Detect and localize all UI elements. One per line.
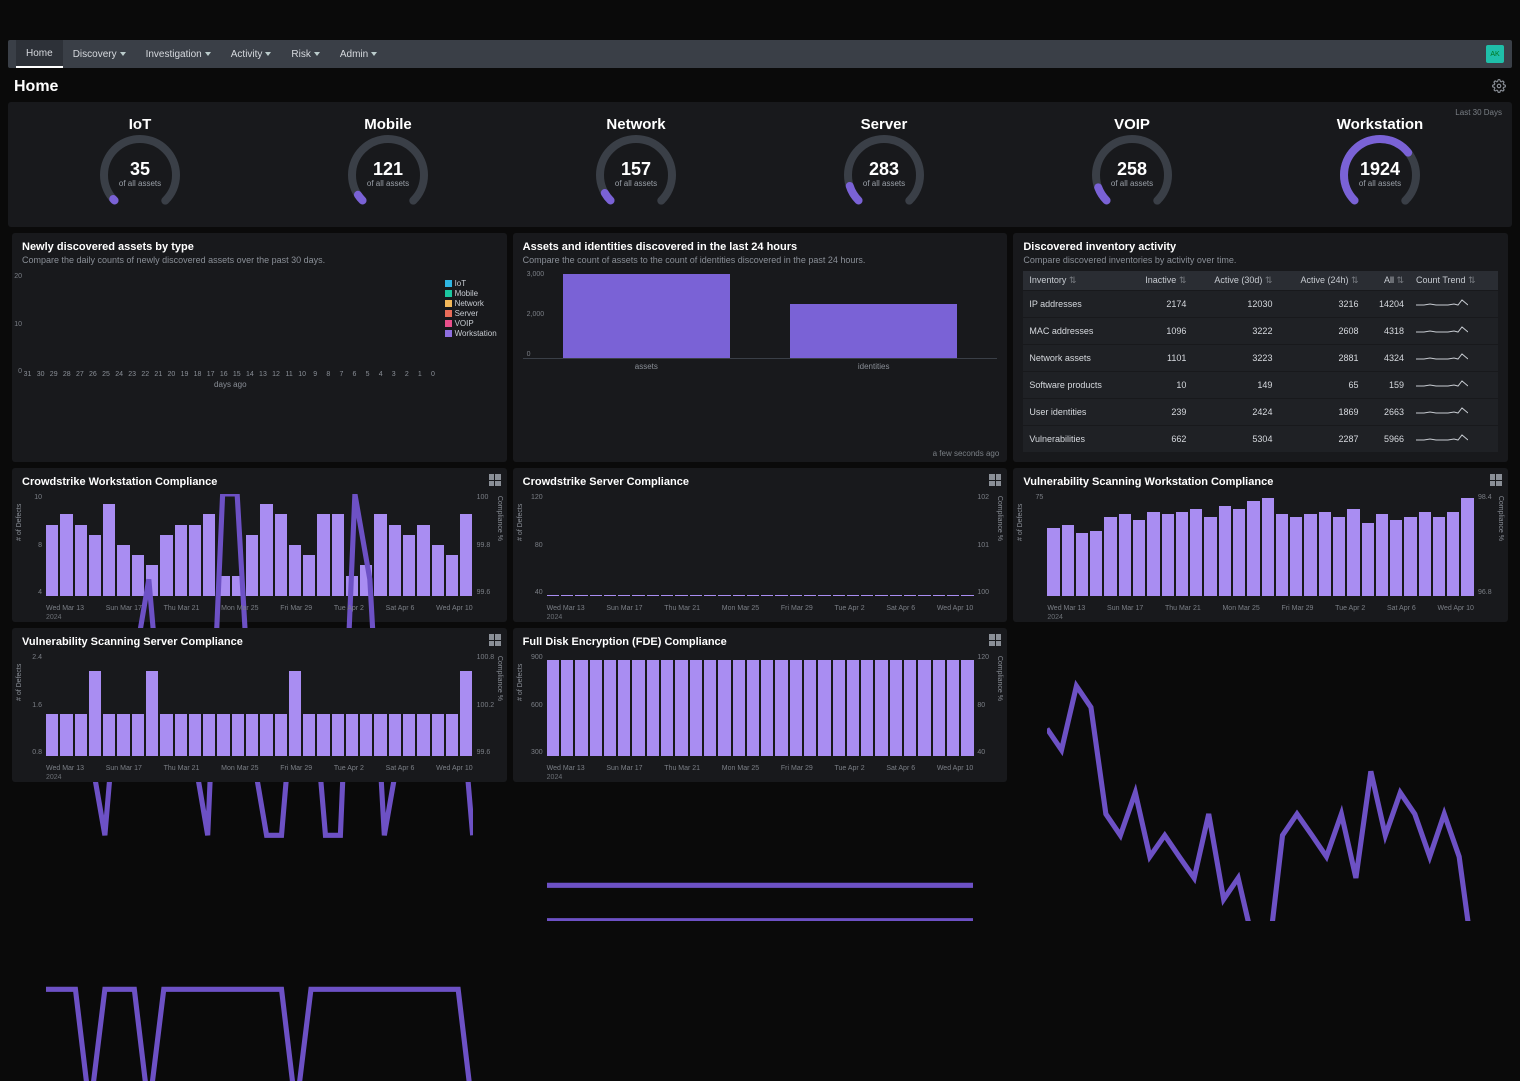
chevron-down-icon [120, 52, 126, 56]
table-header[interactable]: Active (24h) ⇅ [1278, 271, 1364, 291]
table-header[interactable]: Inventory ⇅ [1023, 271, 1127, 291]
vuln-workstation-panel: Vulnerability Scanning Workstation Compl… [1013, 468, 1508, 622]
table-header[interactable]: Inactive ⇅ [1127, 271, 1192, 291]
gauge-iot[interactable]: IoT 35 of all assets [18, 110, 262, 217]
panel-title: Vulnerability Scanning Workstation Compl… [1023, 476, 1498, 488]
gauge-sub: of all assets [342, 179, 434, 188]
table-header[interactable]: Count Trend ⇅ [1410, 271, 1498, 291]
nav-activity[interactable]: Activity [221, 40, 282, 68]
bar [563, 274, 730, 358]
gauge-network[interactable]: Network 157 of all assets [514, 110, 758, 217]
gauge-sub: of all assets [1334, 179, 1426, 188]
two-bar-chart: 3,0002,0000 [523, 271, 998, 359]
chevron-down-icon [371, 52, 377, 56]
table-row[interactable]: MAC addresses1096322226084318 [1023, 318, 1498, 345]
gauge-sub: of all assets [590, 179, 682, 188]
panel-subtitle: Compare discovered inventories by activi… [1023, 255, 1498, 265]
gauge-value: 121 [342, 159, 434, 180]
gauge-mobile[interactable]: Mobile 121 of all assets [266, 110, 510, 217]
combo-chart: 900600300 # of Defects 1208040 Complianc… [523, 654, 998, 772]
gauge-sub: of all assets [838, 179, 930, 188]
timerange-label: Last 30 Days [1455, 108, 1502, 117]
nav-discovery[interactable]: Discovery [63, 40, 136, 68]
chevron-down-icon [314, 52, 320, 56]
page-title: Home [14, 78, 58, 96]
crowdstrike-server-panel: Crowdstrike Server Compliance 1208040 # … [513, 468, 1008, 622]
table-row[interactable]: Vulnerabilities662530422875966 [1023, 426, 1498, 453]
panel-title: Discovered inventory activity [1023, 241, 1498, 253]
newly-discovered-panel: Newly discovered assets by type Compare … [12, 233, 507, 462]
x-axis-label: days ago [22, 380, 439, 389]
gauge-workstation[interactable]: Workstation 1924 of all assets [1258, 110, 1502, 217]
panel-title: Vulnerability Scanning Server Compliance [22, 636, 497, 648]
panel-menu-icon[interactable] [989, 474, 1001, 486]
vuln-server-panel: Vulnerability Scanning Server Compliance… [12, 628, 507, 782]
panel-menu-icon[interactable] [1490, 474, 1502, 486]
assets-identities-panel: Assets and identities discovered in the … [513, 233, 1008, 462]
gauge-value: 1924 [1334, 159, 1426, 180]
panel-subtitle: Compare the daily counts of newly discov… [22, 255, 497, 265]
gear-icon[interactable] [1492, 79, 1506, 96]
panel-title: Crowdstrike Workstation Compliance [22, 476, 497, 488]
table-header[interactable]: All ⇅ [1365, 271, 1410, 291]
inventory-table: Inventory ⇅Inactive ⇅Active (30d) ⇅Activ… [1023, 271, 1498, 452]
gauge-sub: of all assets [94, 179, 186, 188]
panel-footer-time: a few seconds ago [933, 449, 1000, 458]
panel-menu-icon[interactable] [989, 634, 1001, 646]
gauge-value: 283 [838, 159, 930, 180]
top-nav: HomeDiscoveryInvestigationActivityRiskAd… [8, 40, 1512, 68]
chevron-down-icon [265, 52, 271, 56]
table-row[interactable]: IP addresses217412030321614204 [1023, 291, 1498, 318]
panel-title: Full Disk Encryption (FDE) Compliance [523, 636, 998, 648]
combo-chart: 1084 # of Defects 10099.899.6 Compliance… [22, 494, 497, 612]
combo-chart: 1208040 # of Defects 102101100 Complianc… [523, 494, 998, 612]
stacked-bar-chart [22, 273, 439, 369]
panel-menu-icon[interactable] [489, 634, 501, 646]
table-header[interactable]: Active (30d) ⇅ [1192, 271, 1278, 291]
panel-title: Crowdstrike Server Compliance [523, 476, 998, 488]
legend: IoTMobileNetworkServerVOIPWorkstation [445, 273, 497, 389]
bar [790, 304, 957, 358]
gauge-value: 35 [94, 159, 186, 180]
nav-admin[interactable]: Admin [330, 40, 387, 68]
page-header: Home [8, 68, 1512, 102]
panel-title: Assets and identities discovered in the … [523, 241, 998, 253]
panel-title: Newly discovered assets by type [22, 241, 497, 253]
fde-panel: Full Disk Encryption (FDE) Compliance 90… [513, 628, 1008, 782]
gauge-sub: of all assets [1086, 179, 1178, 188]
combo-chart: 2.41.60.8 # of Defects 100.8100.299.6 Co… [22, 654, 497, 772]
nav-risk[interactable]: Risk [281, 40, 329, 68]
gauge-value: 258 [1086, 159, 1178, 180]
panel-menu-icon[interactable] [489, 474, 501, 486]
avatar[interactable]: AK [1486, 45, 1504, 63]
crowdstrike-workstation-panel: Crowdstrike Workstation Compliance 1084 … [12, 468, 507, 622]
panel-subtitle: Compare the count of assets to the count… [523, 255, 998, 265]
combo-chart: 75 # of Defects 98.496.8 Compliance % We… [1023, 494, 1498, 612]
gauge-voip[interactable]: VOIP 258 of all assets [1010, 110, 1254, 217]
inventory-panel: Discovered inventory activity Compare di… [1013, 233, 1508, 462]
table-row[interactable]: Software products1014965159 [1023, 372, 1498, 399]
table-row[interactable]: User identities239242418692663 [1023, 399, 1498, 426]
gauge-value: 157 [590, 159, 682, 180]
gauge-server[interactable]: Server 283 of all assets [762, 110, 1006, 217]
nav-investigation[interactable]: Investigation [136, 40, 221, 68]
table-row[interactable]: Network assets1101322328814324 [1023, 345, 1498, 372]
nav-home[interactable]: Home [16, 40, 63, 68]
gauges-panel: Last 30 Days IoT 35 of all assets Mobile… [8, 102, 1512, 227]
chevron-down-icon [205, 52, 211, 56]
